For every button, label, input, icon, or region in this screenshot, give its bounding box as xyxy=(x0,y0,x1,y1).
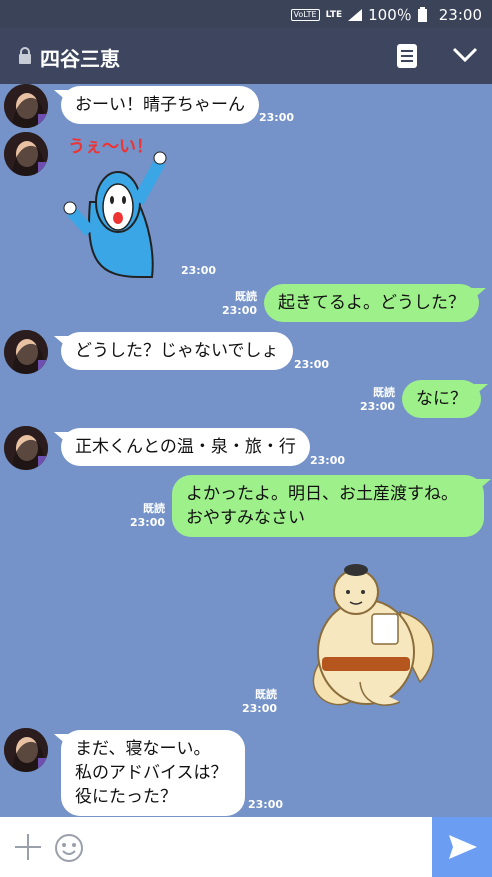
message-bubble-incoming[interactable]: まだ、寝なーい。 私のアドバイスは？ 役にたった？ xyxy=(61,730,245,816)
message-bubble-outgoing[interactable]: 起きてるよ。どうした？ xyxy=(264,284,479,322)
avatar-image xyxy=(4,84,48,128)
read-receipt: 既読 23:00 xyxy=(358,386,395,414)
message-bubble-outgoing[interactable]: よかったよ。明日、お土産渡すね。 おやすみなさい xyxy=(172,475,484,537)
avatar[interactable] xyxy=(4,426,48,470)
plus-icon[interactable] xyxy=(14,833,42,861)
chat-area[interactable]: おーい！晴子ちゃーん 23:00 うぇ〜い！ 23:00 既読 23:00 起き… xyxy=(0,84,492,817)
clock: 23:00 xyxy=(438,5,482,24)
read-label: 既読 xyxy=(143,502,165,515)
send-icon xyxy=(449,835,477,859)
volte-indicator: VoLTE xyxy=(290,8,320,21)
message-line: よかったよ。明日、お土産渡すね。 xyxy=(186,484,458,504)
message-time: 23:00 xyxy=(129,516,165,529)
message-bubble-incoming[interactable]: おーい！晴子ちゃーん xyxy=(61,86,259,124)
message-bubble-outgoing[interactable]: なに？ xyxy=(402,380,481,418)
chat-title: 四谷三恵 xyxy=(40,47,120,71)
read-label: 既読 xyxy=(255,688,277,701)
chevron-down-icon[interactable] xyxy=(452,46,478,64)
read-label: 既読 xyxy=(235,290,257,303)
message-line: 役にたった？ xyxy=(75,787,177,807)
avatar[interactable] xyxy=(4,132,48,176)
lock-icon xyxy=(19,47,31,64)
avatar-image xyxy=(4,426,48,470)
message-line: まだ、寝なーい。 xyxy=(75,739,211,759)
avatar[interactable] xyxy=(4,84,48,128)
send-button[interactable] xyxy=(432,817,492,877)
read-receipt: 既読 23:00 xyxy=(128,502,165,530)
avatar-image xyxy=(4,132,48,176)
message-time: 23:00 xyxy=(259,111,295,124)
message-time: 23:00 xyxy=(310,454,346,467)
chat-header: 四谷三恵 xyxy=(0,28,492,84)
avatar-image xyxy=(4,330,48,374)
battery-icon xyxy=(417,7,427,22)
emoji-icon[interactable] xyxy=(54,833,84,863)
message-time: 23:00 xyxy=(181,264,217,277)
read-label: 既読 xyxy=(373,386,395,399)
sticker-text: うぇ〜い！ xyxy=(68,137,153,157)
read-receipt: 既読 23:00 xyxy=(240,688,277,716)
note-icon[interactable] xyxy=(397,44,417,68)
message-line: 私のアドバイスは？ xyxy=(75,763,228,783)
message-input-bar xyxy=(0,817,492,877)
message-bubble-incoming[interactable]: どうした？じゃないでしょ xyxy=(61,332,293,370)
avatar[interactable] xyxy=(4,728,48,772)
cheering-character-sticker[interactable]: うぇ〜い！ xyxy=(60,132,180,282)
message-time: 23:00 xyxy=(359,400,395,413)
lte-indicator: LTE xyxy=(325,9,343,20)
message-line: おやすみなさい xyxy=(186,508,305,528)
read-receipt: 既読 23:00 xyxy=(220,290,257,318)
message-time: 23:00 xyxy=(221,304,257,317)
avatar-image xyxy=(4,728,48,772)
message-time: 23:00 xyxy=(241,702,277,715)
sumo-wrestler-sticker[interactable] xyxy=(300,552,440,717)
battery-text: 100％ xyxy=(368,6,412,24)
message-time: 23:00 xyxy=(248,798,284,811)
status-bar: VoLTE LTE 100％ 23:00 xyxy=(0,0,492,28)
avatar[interactable] xyxy=(4,330,48,374)
message-time: 23:00 xyxy=(294,358,330,371)
signal-icon xyxy=(348,8,363,21)
message-bubble-incoming[interactable]: 正木くんとの温・泉・旅・行 xyxy=(61,428,310,466)
